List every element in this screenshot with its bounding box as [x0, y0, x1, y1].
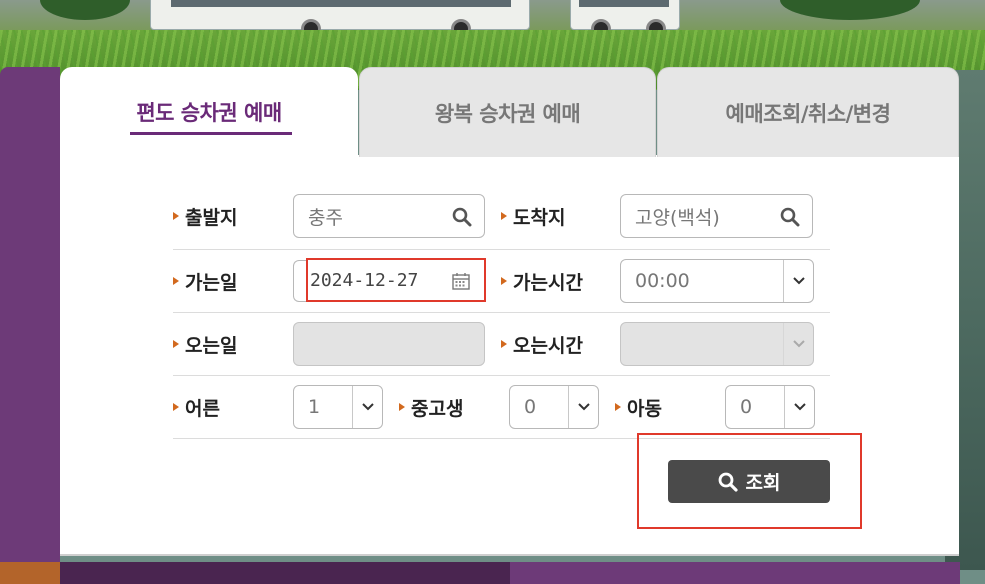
return-date-input[interactable]: [293, 322, 485, 366]
adult-label: 어른: [173, 385, 220, 429]
student-count-value: 0: [524, 396, 537, 418]
arrival-field[interactable]: 고양(백석): [620, 194, 813, 238]
departure-field[interactable]: 충주: [293, 194, 485, 238]
chevron-down-icon[interactable]: [783, 323, 813, 365]
chevron-down-icon[interactable]: [568, 386, 598, 428]
return-time-label: 오는시간: [501, 322, 583, 366]
depart-time-label: 가는시간: [501, 259, 583, 303]
row-divider: [173, 375, 830, 376]
bus-image: [570, 0, 680, 39]
child-count-value: 0: [740, 396, 753, 418]
side-decoration: [0, 67, 76, 562]
student-count-select[interactable]: 0: [509, 385, 599, 429]
tab-label: 왕복 승차권 예매: [434, 101, 581, 126]
child-count-select[interactable]: 0: [725, 385, 815, 429]
divider: [60, 554, 959, 556]
chevron-down-icon[interactable]: [783, 260, 813, 302]
depart-date-input[interactable]: 2024-12-27: [306, 258, 486, 302]
tab-reservation-lookup[interactable]: 예매조회/취소/변경: [657, 67, 959, 157]
calendar-icon[interactable]: [452, 272, 470, 290]
departure-label: 출발지: [173, 194, 237, 238]
bullet-arrow-icon: [173, 277, 179, 285]
tree-image: [40, 0, 130, 20]
active-tab-underline: [130, 132, 292, 135]
bullet-arrow-icon: [615, 403, 621, 411]
footer-decoration: [60, 562, 510, 584]
bullet-arrow-icon: [173, 403, 179, 411]
chevron-down-icon[interactable]: [784, 386, 814, 428]
adult-count-value: 1: [308, 396, 321, 418]
return-date-label: 오는일: [173, 322, 237, 366]
arrival-value: 고양(백석): [635, 206, 720, 229]
tree-image: [780, 0, 920, 20]
bullet-arrow-icon: [399, 403, 405, 411]
bullet-arrow-icon: [173, 340, 179, 348]
bullet-arrow-icon: [173, 212, 179, 220]
footer-decoration: [0, 562, 60, 584]
depart-time-select[interactable]: 00:00: [620, 259, 814, 303]
date-field-border: [293, 260, 307, 302]
search-icon[interactable]: [780, 207, 800, 227]
chevron-down-icon[interactable]: [352, 386, 382, 428]
bus-image: [150, 0, 530, 39]
depart-date-value: 2024-12-27: [310, 269, 419, 291]
row-divider: [173, 249, 830, 250]
return-time-select[interactable]: [620, 322, 814, 366]
search-icon[interactable]: [452, 207, 472, 227]
tab-one-way[interactable]: 편도 승차권 예매: [60, 67, 358, 157]
student-label: 중고생: [399, 385, 463, 429]
bullet-arrow-icon: [501, 212, 507, 220]
bullet-arrow-icon: [501, 340, 507, 348]
departure-value: 충주: [308, 206, 343, 229]
adult-count-select[interactable]: 1: [293, 385, 383, 429]
search-icon: [718, 472, 738, 492]
row-divider: [173, 312, 830, 313]
tab-label: 예매조회/취소/변경: [725, 101, 891, 126]
footer-decoration: [510, 562, 960, 584]
search-button-label: 조회: [745, 472, 781, 494]
depart-date-label: 가는일: [173, 259, 237, 303]
depart-time-value: 00:00: [635, 270, 690, 292]
tab-label: 편도 승차권 예매: [136, 101, 282, 125]
search-button[interactable]: 조회: [668, 460, 830, 503]
child-label: 아동: [615, 385, 662, 429]
bullet-arrow-icon: [501, 277, 507, 285]
arrival-label: 도착지: [501, 194, 565, 238]
tab-round-trip[interactable]: 왕복 승차권 예매: [359, 67, 656, 157]
